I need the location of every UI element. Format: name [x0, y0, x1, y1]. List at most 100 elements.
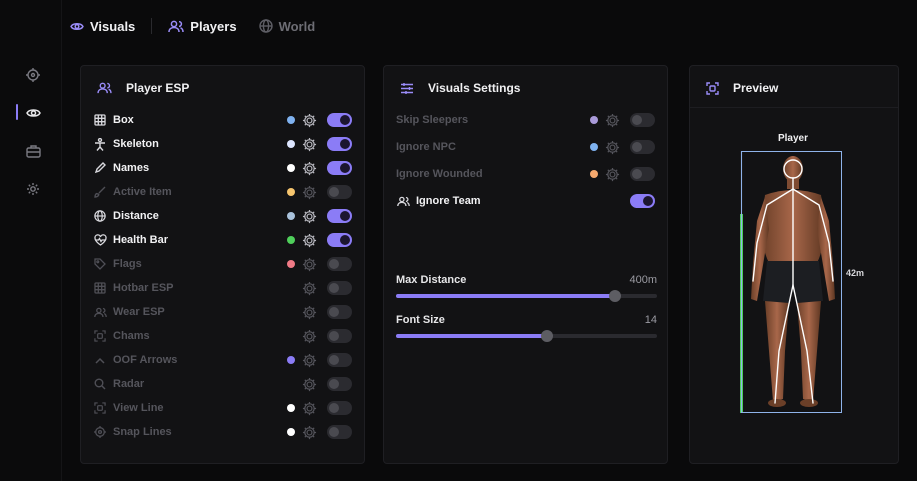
player-esp-panel: Player ESP Box Skeleton Names Active Item Di… [80, 65, 365, 464]
users-icon [168, 20, 185, 32]
panel-title: Visuals Settings [428, 81, 521, 95]
setting-row: Snap Lines [93, 422, 352, 442]
toggle-switch[interactable] [327, 113, 352, 127]
color-swatch[interactable] [287, 428, 295, 436]
slider-fill [396, 334, 548, 338]
color-swatch[interactable] [590, 170, 598, 178]
gear-icon[interactable] [301, 280, 317, 296]
panel-header: Preview [706, 78, 778, 98]
gear-icon[interactable] [301, 112, 317, 128]
users-icon [396, 194, 410, 208]
toggle-switch[interactable] [630, 113, 655, 127]
toggle-switch[interactable] [327, 233, 352, 247]
tab-visuals[interactable]: Visuals [70, 19, 135, 34]
setting-label: Names [113, 162, 150, 174]
gear-icon[interactable] [301, 256, 317, 272]
gear-icon[interactable] [604, 166, 620, 182]
heart-pulse-icon [93, 233, 107, 247]
setting-row: Health Bar [93, 230, 352, 250]
slider-value: 400m [629, 274, 657, 286]
gear-icon[interactable] [301, 376, 317, 392]
max-distance-slider[interactable]: Max Distance 400m [396, 274, 657, 302]
divider [690, 107, 898, 108]
person-icon [93, 137, 107, 151]
color-swatch[interactable] [287, 356, 295, 364]
eye-icon[interactable] [24, 104, 42, 122]
toggle-switch[interactable] [327, 353, 352, 367]
setting-label: Snap Lines [113, 426, 172, 438]
tab-label: Visuals [90, 18, 136, 34]
toggle-switch[interactable] [327, 305, 352, 319]
crosshair-icon[interactable] [24, 66, 42, 84]
toggle-switch[interactable] [327, 137, 352, 151]
color-swatch[interactable] [287, 236, 295, 244]
gear-icon[interactable] [301, 136, 317, 152]
setting-row: Ignore Wounded [396, 164, 655, 184]
setting-row: Active Item [93, 182, 352, 202]
setting-row: Hotbar ESP [93, 278, 352, 298]
toggle-switch[interactable] [630, 194, 655, 208]
gear-icon[interactable] [301, 424, 317, 440]
gear-icon[interactable] [301, 328, 317, 344]
gear-icon[interactable] [301, 232, 317, 248]
toggle-switch[interactable] [327, 185, 352, 199]
slider-handle[interactable] [609, 290, 622, 302]
sidebar-active-indicator [16, 104, 18, 120]
setting-label: Radar [113, 378, 145, 390]
gear-icon[interactable] [301, 304, 317, 320]
toggle-switch[interactable] [327, 377, 352, 391]
setting-label: Skeleton [113, 138, 159, 150]
toggle-switch[interactable] [630, 167, 655, 181]
setting-label: Ignore Wounded [396, 168, 483, 180]
setting-row: Names [93, 158, 352, 178]
gear-icon[interactable] [301, 400, 317, 416]
color-swatch[interactable] [287, 404, 295, 412]
tab-world[interactable]: World [258, 19, 315, 34]
toggle-switch[interactable] [327, 425, 352, 439]
slider-label: Max Distance [396, 274, 467, 286]
font-size-slider[interactable]: Font Size 14 [396, 314, 657, 342]
gear-icon[interactable] [301, 208, 317, 224]
toggle-switch[interactable] [630, 140, 655, 154]
gear-icon[interactable] [604, 112, 620, 128]
color-swatch[interactable] [287, 212, 295, 220]
slider-track[interactable] [396, 290, 657, 302]
globe-icon [93, 209, 107, 223]
toggle-switch[interactable] [327, 161, 352, 175]
color-swatch[interactable] [287, 164, 295, 172]
color-swatch[interactable] [287, 140, 295, 148]
setting-label: Hotbar ESP [113, 282, 174, 294]
gear-icon[interactable] [301, 160, 317, 176]
slider-handle[interactable] [541, 330, 554, 342]
esp-box [741, 151, 842, 413]
toggle-switch[interactable] [327, 209, 352, 223]
panel-title: Player ESP [126, 81, 190, 95]
setting-row: Ignore Team [396, 191, 655, 211]
color-swatch[interactable] [287, 260, 295, 268]
setting-label: Wear ESP [113, 306, 165, 318]
setting-row: Skip Sleepers [396, 110, 655, 130]
slider-label: Font Size [396, 314, 445, 326]
toggle-switch[interactable] [327, 329, 352, 343]
panel-header: Player ESP [97, 78, 189, 98]
gear-icon[interactable] [301, 352, 317, 368]
color-swatch[interactable] [590, 143, 598, 151]
setting-row: Wear ESP [93, 302, 352, 322]
gear-icon[interactable] [301, 184, 317, 200]
tab-players[interactable]: Players [168, 19, 237, 34]
toggle-switch[interactable] [327, 257, 352, 271]
toggle-switch[interactable] [327, 281, 352, 295]
tab-divider [151, 18, 153, 34]
gear-icon[interactable] [24, 180, 42, 198]
color-swatch[interactable] [590, 116, 598, 124]
gear-icon[interactable] [604, 139, 620, 155]
toggle-switch[interactable] [327, 401, 352, 415]
color-swatch[interactable] [287, 188, 295, 196]
color-swatch[interactable] [287, 116, 295, 124]
setting-label: Skip Sleepers [396, 114, 469, 126]
briefcase-icon[interactable] [24, 142, 42, 160]
setting-label: View Line [113, 402, 164, 414]
setting-row: Skeleton [93, 134, 352, 154]
grid-icon [93, 113, 107, 127]
slider-track[interactable] [396, 330, 657, 342]
